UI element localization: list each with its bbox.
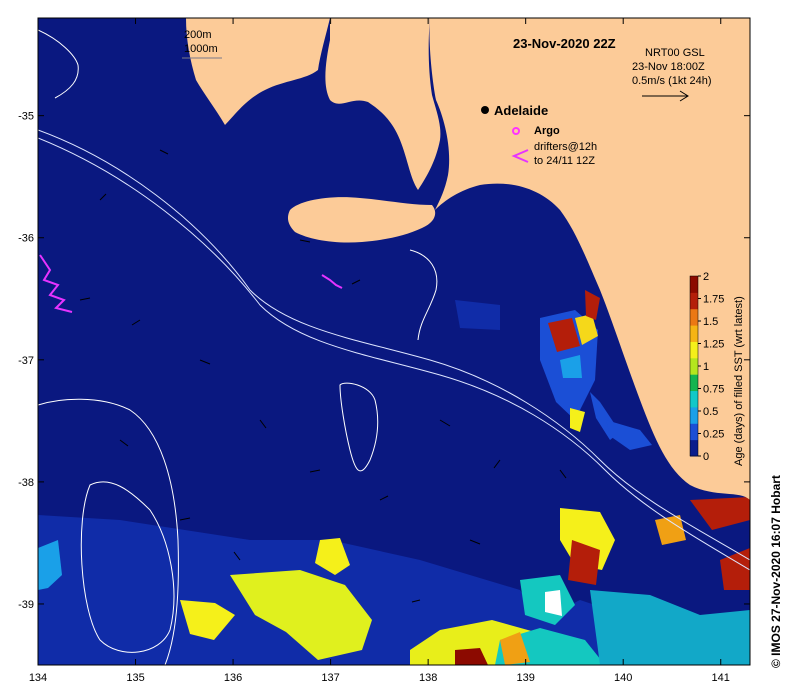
map-title: 23-Nov-2020 22Z xyxy=(513,36,616,51)
bathymetry-legend-1000m: 1000m xyxy=(184,43,218,55)
adelaide-label: Adelaide xyxy=(494,103,548,118)
x-tick-label: 136 xyxy=(224,672,242,684)
velocity-legend-scale: 0.5m/s (1kt 24h) xyxy=(632,75,711,87)
colorbar-cell xyxy=(690,292,698,310)
velocity-legend-source: NRT00 GSL xyxy=(645,47,705,59)
colorbar-tick-label: 1.25 xyxy=(703,339,724,351)
y-tick-label: -39 xyxy=(18,599,34,611)
colorbar-cell xyxy=(690,341,698,359)
colorbar-cell xyxy=(690,308,698,326)
colorbar-cells xyxy=(690,276,698,457)
colorbar-tick-label: 0.5 xyxy=(703,406,718,418)
colorbar-tick-label: 1.5 xyxy=(703,316,718,328)
x-tick-label: 138 xyxy=(419,672,437,684)
colorbar-tick-label: 2 xyxy=(703,271,709,283)
drifters-label-line1: drifters@12h xyxy=(534,141,597,153)
x-tick-label: 139 xyxy=(516,672,534,684)
credit-text: © IMOS 27-Nov-2020 16:07 Hobart xyxy=(769,475,783,668)
colorbar-cell xyxy=(690,276,698,293)
colorbar-label: Age (days) of filled SST (wrt latest) xyxy=(733,296,745,466)
velocity-legend-time: 23-Nov 18:00Z xyxy=(632,61,705,73)
colorbar-tick-label: 0.25 xyxy=(703,429,724,441)
colorbar-tick-label: 0.75 xyxy=(703,384,724,396)
x-tick-label: 135 xyxy=(126,672,144,684)
colorbar-cell xyxy=(690,325,698,342)
argo-label: Argo xyxy=(534,125,560,137)
colorbar-cell xyxy=(690,439,698,457)
y-tick-label: -35 xyxy=(18,111,34,123)
x-tick-label: 134 xyxy=(29,672,47,684)
colorbar-tick-label: 1.75 xyxy=(703,294,724,306)
colorbar-cell xyxy=(690,357,698,375)
colorbar-cell xyxy=(690,390,698,408)
x-tick-label: 140 xyxy=(614,672,632,684)
colorbar-tick-label: 0 xyxy=(703,451,709,463)
colorbar-cell xyxy=(690,406,698,424)
y-tick-label: -36 xyxy=(18,233,34,245)
y-tick-label: -38 xyxy=(18,477,34,489)
x-tick-label: 141 xyxy=(712,672,730,684)
adelaide-marker xyxy=(481,106,489,114)
x-tick-label: 137 xyxy=(321,672,339,684)
bathymetry-legend-200m: 200m xyxy=(184,29,212,41)
y-tick-label: -37 xyxy=(18,355,34,367)
colorbar-cell xyxy=(690,423,698,441)
sst-age-map: 134 135 136 137 138 139 140 141 -35 -36 -37 -38 -39… xyxy=(18,17,783,684)
colorbar-tick-label: 1 xyxy=(703,361,709,373)
drifters-label-line2: to 24/11 12Z xyxy=(534,155,595,167)
colorbar-cell xyxy=(690,374,698,392)
